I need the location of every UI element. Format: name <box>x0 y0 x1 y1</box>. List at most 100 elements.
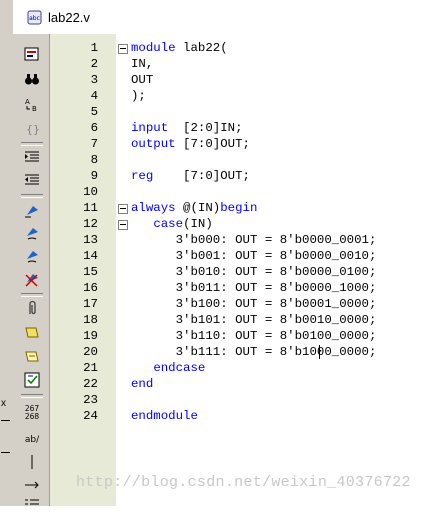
line-number: 10 <box>83 185 98 199</box>
code-text: 3'b101: OUT = 8'b0010_0000; <box>131 313 377 327</box>
code-text: 3'b001: OUT = 8'b0000_0010; <box>131 249 377 263</box>
line-number: 3 <box>90 73 98 87</box>
code-text: ); <box>131 89 146 103</box>
toggle-bookmark-icon[interactable] <box>22 200 42 220</box>
line-number: 13 <box>83 233 98 247</box>
line-number: 22 <box>83 377 98 391</box>
code-line[interactable]: endmodule <box>131 408 198 424</box>
svg-text:abc: abc <box>29 15 40 22</box>
braces-icon[interactable]: {} <box>22 118 42 138</box>
line-number: 2 <box>90 57 98 71</box>
verilog-file-icon: abc <box>27 10 42 25</box>
line-number: 18 <box>83 313 98 327</box>
code-line[interactable]: 3'b001: OUT = 8'b0000_0010; <box>131 248 377 264</box>
insert-line-numbers-icon[interactable]: 267 268 <box>22 401 42 425</box>
fold-toggle-icon[interactable] <box>118 204 128 214</box>
line-number-bottom-label: 268 <box>24 412 40 421</box>
fold-toggle-icon[interactable] <box>118 220 128 230</box>
line-number: 11 <box>83 201 98 215</box>
text-cursor <box>319 345 320 359</box>
tab-lab22[interactable]: abc lab22.v <box>27 6 90 28</box>
vertical-line-icon[interactable] <box>22 452 42 472</box>
comment-block-icon[interactable] <box>22 322 42 342</box>
code-text: 3'b110: OUT = 8'b0100_0000; <box>131 329 377 343</box>
line-number: 5 <box>90 105 98 119</box>
svg-text:A: A <box>25 98 30 106</box>
line-number: 24 <box>83 409 98 423</box>
line-number: 15 <box>83 265 98 279</box>
tab-title: lab22.v <box>48 9 90 25</box>
line-number: 6 <box>90 121 98 135</box>
toolbar-separator <box>21 194 43 198</box>
line-number: 12 <box>83 217 98 231</box>
line-number: 9 <box>90 169 98 183</box>
code-line[interactable]: 3'b011: OUT = 8'b0000_1000; <box>131 280 377 296</box>
previous-bookmark-icon[interactable] <box>22 246 42 266</box>
code-line[interactable]: reg [7:0]OUT; <box>131 168 250 184</box>
toolbar-separator <box>21 394 43 398</box>
ab-toggle-button[interactable]: ab/ <box>22 430 42 450</box>
code-text: 3'b010: OUT = 8'b0000_0100; <box>131 265 377 279</box>
fold-toggle-icon[interactable] <box>118 44 128 54</box>
code-line[interactable]: module lab22( <box>131 40 228 56</box>
list-icon[interactable] <box>22 495 42 515</box>
vertical-toolbar: AB {} 267 268 ab/ <box>13 34 50 506</box>
left-panel-strip: x <box>0 0 14 506</box>
line-number: 1 <box>90 41 98 55</box>
line-number: 8 <box>90 153 98 167</box>
code-line[interactable]: 3'b000: OUT = 8'b0000_0001; <box>131 232 377 248</box>
watermark: http://blog.csdn.net/weixin_40376722 <box>76 474 411 491</box>
code-line[interactable]: case(IN) <box>131 216 213 232</box>
code-text: IN, <box>131 57 154 71</box>
code-line[interactable]: end <box>131 376 153 392</box>
close-icon[interactable]: x <box>1 398 6 409</box>
code-line[interactable]: 3'b101: OUT = 8'b0010_0000; <box>131 312 377 328</box>
code-line[interactable]: always @(IN)begin <box>131 200 257 216</box>
code-text: 3'b100: OUT = 8'b0001_0000; <box>131 297 377 311</box>
line-number: 17 <box>83 297 98 311</box>
uncomment-block-icon[interactable] <box>22 346 42 366</box>
tab-bar: abc lab22.v <box>13 0 446 35</box>
paperclip-icon[interactable] <box>22 298 42 318</box>
code-line[interactable]: ); <box>131 88 146 104</box>
code-text: endmodule <box>131 409 198 423</box>
code-text: 3'b011: OUT = 8'b0000_1000; <box>131 281 377 295</box>
line-number: 14 <box>83 249 98 263</box>
divider <box>1 452 10 453</box>
code-text: module lab22( <box>131 41 228 55</box>
code-text: OUT <box>131 73 154 87</box>
code-text: 3'b111: OUT = 8'b1000_0000; <box>131 345 377 359</box>
replace-icon[interactable]: AB <box>22 94 42 114</box>
open-file-icon[interactable] <box>22 44 42 64</box>
code-line[interactable]: IN, <box>131 56 153 72</box>
divider <box>1 420 10 421</box>
indent-icon[interactable] <box>22 147 42 167</box>
code-text: reg [7:0]OUT; <box>131 169 250 183</box>
code-line[interactable]: output [7:0]OUT; <box>131 136 250 152</box>
fold-margin <box>116 34 130 506</box>
svg-text:{}: {} <box>26 123 40 136</box>
arrow-right-icon[interactable] <box>22 475 42 495</box>
line-number: 7 <box>90 137 98 151</box>
clear-bookmarks-icon[interactable] <box>22 269 42 289</box>
line-number: 16 <box>83 281 98 295</box>
code-text: endcase <box>153 361 206 375</box>
code-line[interactable]: 3'b010: OUT = 8'b0000_0100; <box>131 264 377 280</box>
code-line[interactable]: 3'b110: OUT = 8'b0100_0000; <box>131 328 377 344</box>
ab-label: ab/ <box>24 435 40 445</box>
line-number: 23 <box>83 393 98 407</box>
binoculars-find-icon[interactable] <box>22 69 42 89</box>
code-line[interactable]: OUT <box>131 72 153 88</box>
code-line[interactable]: input [2:0]IN; <box>131 120 243 136</box>
next-bookmark-icon[interactable] <box>22 223 42 243</box>
unindent-icon[interactable] <box>22 170 42 190</box>
syntax-check-icon[interactable] <box>22 370 42 390</box>
svg-text:B: B <box>32 105 37 112</box>
toolbar-separator <box>21 142 43 146</box>
toolbar-separator <box>21 293 43 297</box>
code-line[interactable]: 3'b100: OUT = 8'b0001_0000; <box>131 296 377 312</box>
code-line[interactable]: 3'b111: OUT = 8'b1000_0000; <box>131 344 377 360</box>
code-line[interactable]: endcase <box>131 360 205 376</box>
code-text: input [2:0]IN; <box>131 121 243 135</box>
code-text: 3'b000: OUT = 8'b0000_0001; <box>131 233 377 247</box>
